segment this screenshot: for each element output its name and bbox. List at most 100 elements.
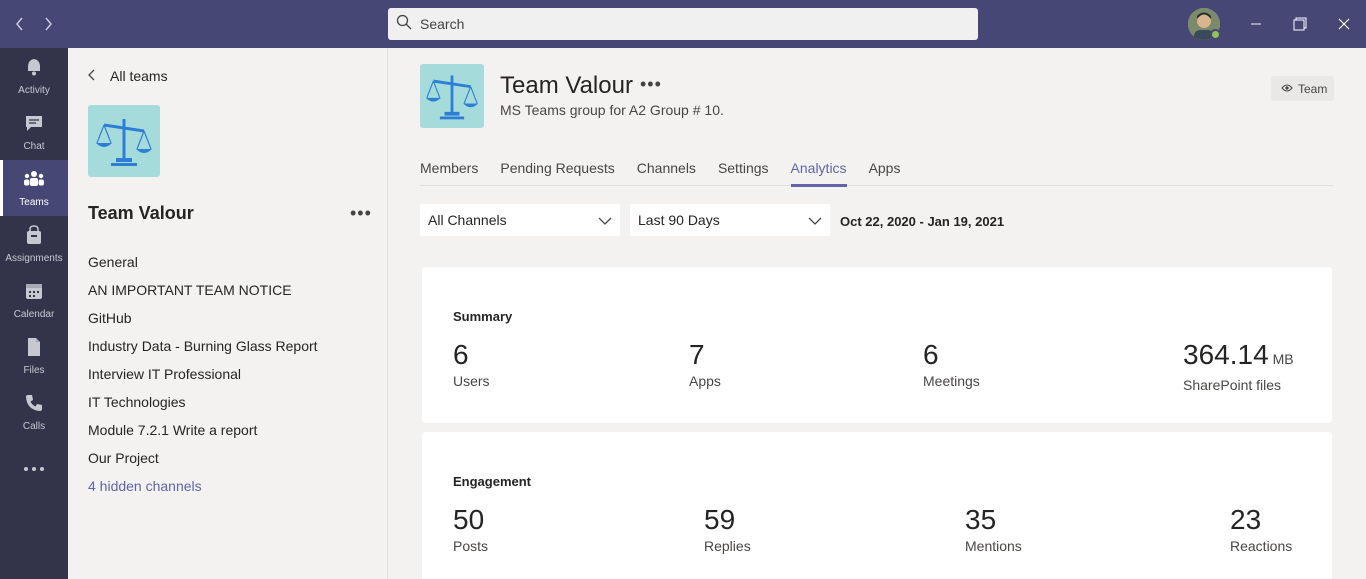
channel-item[interactable]: Module 7.2.1 Write a report: [88, 422, 318, 450]
stat-unit: MB: [1272, 351, 1294, 367]
stat-value: 35: [965, 504, 997, 535]
stat-label: Reactions: [1230, 538, 1293, 554]
ellipsis-icon: [23, 459, 45, 477]
restore-icon[interactable]: [1288, 12, 1312, 36]
main-content: Team Valour ••• MS Teams group for A2 Gr…: [388, 48, 1366, 579]
rail-item-calendar[interactable]: Calendar: [0, 272, 68, 328]
channel-filter-dropdown[interactable]: All Channels: [420, 204, 620, 236]
channel-item[interactable]: General: [88, 254, 318, 282]
assignments-icon: [24, 224, 44, 250]
stat-label: SharePoint files: [1183, 377, 1282, 393]
stat-mentions: 35 Mentions: [965, 504, 1022, 554]
team-description: MS Teams group for A2 Group # 10.: [500, 102, 724, 118]
close-icon[interactable]: [1332, 12, 1356, 36]
summary-title: Summary: [453, 309, 513, 324]
rail-item-assignments[interactable]: Assignments: [0, 216, 68, 272]
channel-item[interactable]: GitHub: [88, 310, 318, 338]
stat-users: 6 Users: [453, 339, 490, 389]
team-avatar: [88, 105, 160, 177]
chevron-down-icon: [598, 212, 612, 228]
stat-value: 6: [453, 339, 469, 370]
forward-arrow-icon[interactable]: [38, 14, 58, 34]
stat-sharepoint-files: 364.14 MB SharePoint files: [1183, 339, 1294, 393]
rail-item-files[interactable]: Files: [0, 328, 68, 384]
chat-icon: [24, 113, 44, 138]
search-placeholder: Search: [420, 16, 465, 32]
more-apps-button[interactable]: [0, 440, 68, 496]
team-panel: All teams Team Valour ••• General AN IMP…: [68, 48, 388, 579]
presence-available-icon: [1210, 29, 1221, 40]
period-filter-value: Last 90 Days: [638, 212, 720, 228]
stat-label: Mentions: [965, 538, 1022, 554]
stat-label: Users: [453, 373, 490, 389]
channel-item[interactable]: Industry Data - Burning Glass Report: [88, 338, 318, 366]
channel-item[interactable]: AN IMPORTANT TEAM NOTICE: [88, 282, 318, 310]
channel-item[interactable]: IT Technologies: [88, 394, 318, 422]
bell-icon: [24, 57, 44, 82]
stat-posts: 50 Posts: [453, 504, 488, 554]
header-more-options-button[interactable]: •••: [640, 74, 662, 95]
stat-reactions: 23 Reactions: [1230, 504, 1292, 554]
rail-label: Chat: [23, 140, 45, 152]
scales-icon: [96, 119, 152, 166]
tab-channels[interactable]: Channels: [637, 160, 696, 186]
tab-apps[interactable]: Apps: [869, 160, 901, 186]
stat-label: Replies: [704, 538, 751, 554]
rail-label: Calls: [22, 420, 46, 432]
date-range-text: Oct 22, 2020 - Jan 19, 2021: [840, 214, 1005, 229]
search-icon: [396, 14, 412, 35]
file-icon: [24, 337, 44, 362]
all-teams-link[interactable]: All teams: [88, 68, 168, 84]
app-rail: Activity Chat Teams Assignments Calendar…: [0, 48, 68, 579]
stat-replies: 59 Replies: [704, 504, 751, 554]
team-more-options-button[interactable]: •••: [350, 203, 372, 224]
badge-label: Team: [1298, 81, 1328, 96]
rail-label: Calendar: [13, 308, 55, 320]
rail-label: Teams: [19, 196, 49, 208]
rail-item-calls[interactable]: Calls: [0, 384, 68, 440]
scales-icon: [425, 75, 479, 120]
channel-item[interactable]: Our Project: [88, 450, 318, 478]
chevron-down-icon: [808, 212, 822, 228]
channel-list: General AN IMPORTANT TEAM NOTICE GitHub …: [88, 254, 318, 506]
stat-value: 59: [704, 504, 736, 535]
stat-meetings: 6 Meetings: [923, 339, 980, 389]
rail-item-chat[interactable]: Chat: [0, 104, 68, 160]
tab-pending-requests[interactable]: Pending Requests: [500, 160, 614, 186]
stat-label: Apps: [689, 373, 721, 389]
title-bar: Search: [0, 0, 1366, 48]
summary-card: Summary 6 Users 7 Apps 6 Meetings 364.14…: [422, 267, 1332, 423]
stat-value: 50: [453, 504, 485, 535]
stat-value: 23: [1230, 504, 1262, 535]
channel-item[interactable]: Interview IT Professional: [88, 366, 318, 394]
search-input[interactable]: Search: [388, 8, 978, 40]
rail-label: Files: [23, 364, 45, 376]
team-privacy-badge[interactable]: Team: [1271, 76, 1334, 101]
period-filter-dropdown[interactable]: Last 90 Days: [630, 204, 830, 236]
rail-item-activity[interactable]: Activity: [0, 48, 68, 104]
tab-bar: Members Pending Requests Channels Settin…: [420, 160, 1334, 187]
calendar-icon: [24, 281, 44, 306]
stat-label: Meetings: [923, 373, 980, 389]
channel-filter-value: All Channels: [428, 212, 507, 228]
tab-settings[interactable]: Settings: [718, 160, 769, 186]
tab-members[interactable]: Members: [420, 160, 478, 186]
rail-label: Assignments: [5, 252, 63, 264]
team-header-avatar: [420, 64, 484, 128]
chevron-left-icon: [88, 68, 96, 84]
all-teams-label: All teams: [110, 68, 168, 84]
tab-analytics[interactable]: Analytics: [790, 160, 847, 187]
back-arrow-icon[interactable]: [10, 14, 30, 34]
hidden-channels-link[interactable]: 4 hidden channels: [88, 478, 318, 506]
minimize-icon[interactable]: [1244, 12, 1268, 36]
page-title: Team Valour: [500, 72, 633, 99]
team-name: Team Valour: [88, 203, 194, 223]
eye-icon: [1281, 82, 1293, 96]
engagement-title: Engagement: [453, 474, 532, 489]
phone-icon: [24, 393, 44, 418]
rail-item-teams[interactable]: Teams: [0, 160, 68, 216]
teams-icon: [23, 169, 45, 194]
stat-value: 7: [689, 339, 705, 370]
stat-value: 364.14: [1183, 339, 1269, 370]
stat-label: Posts: [453, 538, 489, 554]
